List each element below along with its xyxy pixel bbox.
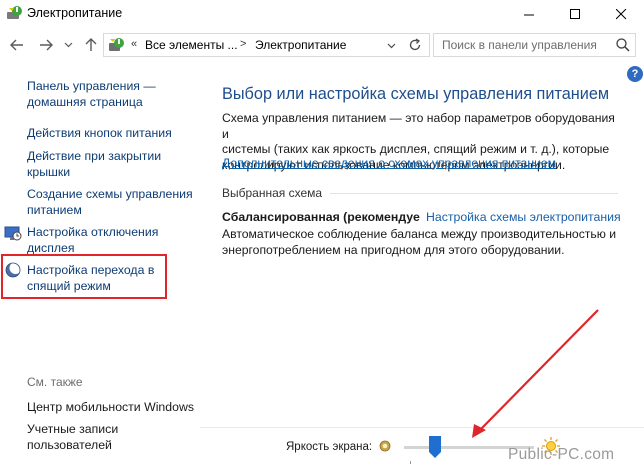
chevron-down-icon [387, 43, 395, 49]
refresh-icon [409, 38, 421, 51]
recent-locations-button[interactable] [59, 36, 77, 54]
highlight-box [1, 254, 167, 299]
breadcrumb-chevron-icon[interactable]: > [240, 38, 246, 50]
breadcrumb-power-options[interactable]: Электропитание [255, 38, 346, 52]
brightness-label: Яркость экрана: [286, 441, 373, 453]
sidebar-item-label[interactable]: Действие при закрытии [27, 148, 161, 164]
close-icon [615, 8, 626, 19]
minimize-button[interactable] [506, 0, 552, 28]
dim-sun-icon [378, 439, 392, 453]
chevron-down-icon [64, 42, 72, 48]
minimize-icon [523, 14, 534, 15]
see-also-heading: См. также [27, 375, 83, 389]
address-dropdown-button[interactable] [382, 38, 400, 54]
breadcrumb-overflow[interactable]: « [131, 38, 137, 50]
sidebar-item-label[interactable]: Действия кнопок питания [27, 125, 172, 141]
plan-description: Автоматическое соблюдение баланса между … [222, 227, 622, 258]
section-divider [330, 193, 618, 194]
footer-divider [200, 427, 644, 428]
sidebar-item-display-off[interactable]: Настройка отключения дисплея [27, 224, 158, 256]
help-icon: ? [631, 68, 639, 80]
page-title: Выбор или настройка схемы управления пит… [222, 85, 610, 103]
description-line: энергопотреблением на пригодном для этог… [222, 242, 565, 257]
search-input[interactable] [434, 34, 612, 56]
maximize-button[interactable] [552, 0, 598, 28]
sidebar-item-create-plan[interactable]: Создание схемы управления питанием [27, 186, 193, 218]
up-button[interactable] [82, 36, 100, 54]
description-line: Автоматическое соблюдение баланса между … [222, 227, 617, 241]
sidebar-item-label[interactable]: пользователей [27, 437, 118, 453]
search-box[interactable] [433, 33, 636, 57]
help-button[interactable]: ? [627, 66, 643, 82]
sidebar-item-lid-close[interactable]: Действие при закрытии крышки [27, 148, 161, 180]
refresh-button[interactable] [405, 36, 425, 54]
sidebar-item-label[interactable]: Центр мобильности Windows [27, 399, 194, 415]
address-bar[interactable]: « Все элементы ... > Электропитание [103, 33, 430, 57]
brightness-slider-thumb[interactable] [429, 436, 442, 458]
sidebar-item-label[interactable]: крышки [27, 164, 161, 180]
forward-button[interactable] [37, 36, 55, 54]
close-button[interactable] [598, 0, 644, 28]
display-schedule-icon [4, 224, 22, 242]
sidebar-item-label[interactable]: Создание схемы управления [27, 186, 193, 202]
sidebar-item-label[interactable]: домашняя страница [27, 94, 156, 110]
sidebar-item-home[interactable]: Панель управления — домашняя страница [27, 78, 156, 110]
slider-tick [410, 461, 411, 464]
description-line: Схема управления питанием — это набор па… [222, 111, 615, 141]
sidebar-item-user-accounts[interactable]: Учетные записи пользователей [27, 421, 118, 453]
sidebar-item-label[interactable]: Панель управления — [27, 78, 156, 94]
power-options-icon [6, 5, 23, 21]
sidebar-item-label[interactable]: питанием [27, 202, 193, 218]
control-panel-icon [108, 37, 125, 53]
sidebar-item-label[interactable]: Учетные записи [27, 421, 118, 437]
back-button[interactable] [8, 36, 26, 54]
plan-settings-link[interactable]: Настройка схемы электропитания [426, 210, 621, 224]
arrow-up-icon [85, 38, 97, 51]
sidebar-item-power-buttons[interactable]: Действия кнопок питания [27, 125, 172, 141]
sidebar-item-label[interactable]: Настройка отключения [27, 224, 158, 240]
arrow-left-icon [10, 39, 23, 51]
title-bar: Электропитание [0, 0, 644, 28]
more-info-link[interactable]: Дополнительные сведения о схемах управле… [222, 156, 556, 170]
breadcrumb-all-items[interactable]: Все элементы ... [145, 38, 238, 52]
plan-name: Сбалансированная (рекомендуе [222, 210, 420, 224]
maximize-icon [569, 8, 580, 19]
sidebar-item-mobility-center[interactable]: Центр мобильности Windows [27, 399, 194, 415]
watermark: Public-PC.com [508, 446, 615, 463]
arrow-right-icon [40, 39, 53, 51]
search-icon[interactable] [615, 37, 631, 53]
window-title: Электропитание [27, 6, 123, 20]
selected-plan-label: Выбранная схема [222, 186, 323, 200]
